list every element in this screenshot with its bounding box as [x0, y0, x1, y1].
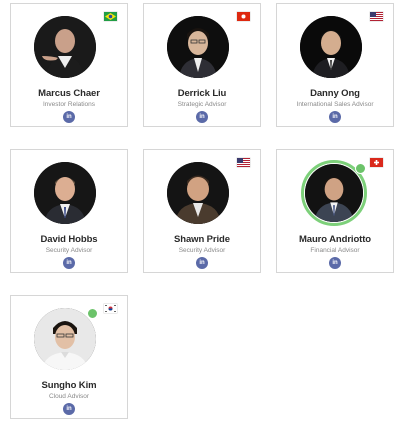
team-card-david-hobbs: David Hobbs Security Advisor in	[10, 149, 128, 273]
avatar	[34, 308, 98, 370]
member-role: Strategic Advisor	[177, 101, 227, 108]
linkedin-icon[interactable]: in	[196, 111, 208, 123]
team-card-shawn-pride: Shawn Pride Security Advisor in	[143, 149, 261, 273]
member-role: International Sales Advisor	[296, 101, 374, 108]
linkedin-icon[interactable]: in	[63, 111, 75, 123]
team-card-danny-ong: Danny Ong International Sales Advisor in	[276, 3, 394, 127]
team-card-sungho-kim: Sungho Kim Cloud Advisor in	[10, 295, 128, 419]
member-role: Security Advisor	[178, 247, 226, 254]
linkedin-icon[interactable]: in	[329, 257, 341, 269]
member-role: Security Advisor	[45, 247, 93, 254]
hong-kong-flag-icon	[237, 12, 250, 21]
team-card-mauro-andriotto: Mauro Andriotto Financial Advisor in	[276, 149, 394, 273]
usa-flag-icon	[370, 12, 383, 21]
online-status-icon	[355, 163, 366, 174]
member-name: Mauro Andriotto	[298, 234, 372, 245]
team-card-derrick-liu: Derrick Liu Strategic Advisor in	[143, 3, 261, 127]
member-role: Cloud Advisor	[48, 393, 90, 400]
avatar	[167, 16, 229, 78]
member-name: Shawn Pride	[174, 234, 230, 245]
avatar	[167, 162, 229, 224]
member-name: Danny Ong	[310, 88, 360, 99]
usa-flag-icon	[237, 158, 250, 167]
linkedin-icon[interactable]: in	[63, 257, 75, 269]
member-name: Derrick Liu	[177, 88, 227, 99]
member-role: Investor Relations	[42, 101, 96, 108]
online-status-icon	[87, 308, 98, 319]
member-name: David Hobbs	[40, 234, 98, 245]
member-role: Financial Advisor	[310, 247, 360, 254]
linkedin-icon[interactable]: in	[329, 111, 341, 123]
team-card-marcus-chaer: Marcus Chaer Investor Relations in	[10, 3, 128, 127]
south-korea-flag-icon	[104, 304, 117, 313]
brazil-flag-icon	[104, 12, 117, 21]
member-name: Sungho Kim	[41, 380, 97, 391]
linkedin-icon[interactable]: in	[63, 403, 75, 415]
avatar	[34, 16, 96, 78]
avatar	[300, 16, 362, 78]
linkedin-icon[interactable]: in	[196, 257, 208, 269]
member-name: Marcus Chaer	[38, 88, 100, 99]
avatar	[34, 162, 96, 224]
switzerland-flag-icon	[370, 158, 383, 167]
avatar	[301, 160, 367, 226]
